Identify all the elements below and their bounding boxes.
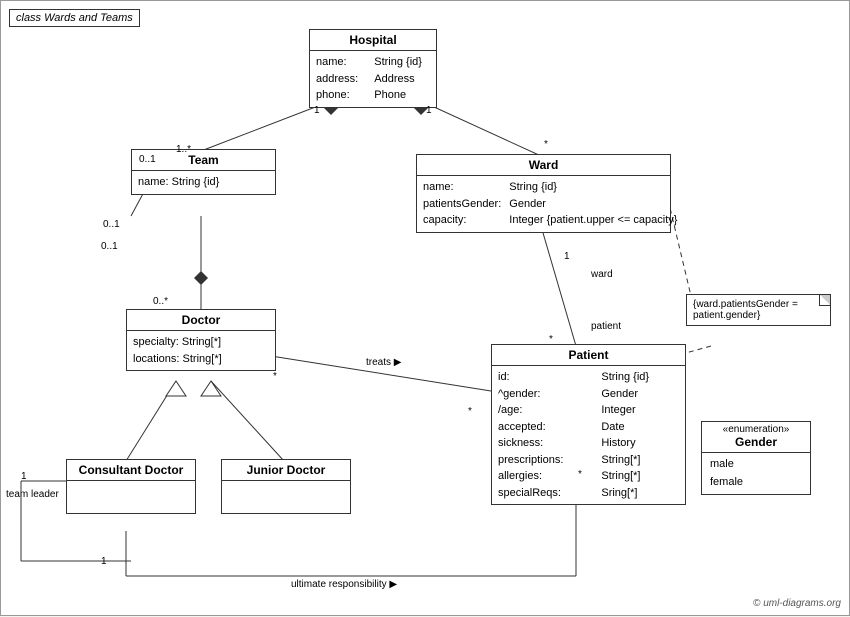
ward-class: Ward name: patientsGender: capacity: Str… xyxy=(416,154,671,233)
ward-class-body: name: patientsGender: capacity: String {… xyxy=(417,176,670,232)
mult-hosp-team-team: 1..* xyxy=(176,144,191,155)
mult-hosp-ward-hosp: 1 xyxy=(426,105,432,116)
doctor-class-header: Doctor xyxy=(127,310,275,331)
label-ultimate: ultimate responsibility ▶ xyxy=(291,579,397,590)
mult-hosp-ward-ward: * xyxy=(544,139,548,150)
label-patient: patient xyxy=(591,321,621,332)
enum-gender: «enumeration» Gender male female xyxy=(701,421,811,495)
team-class-body: name: String {id} xyxy=(132,171,275,194)
consultant-doctor-class: Consultant Doctor xyxy=(66,459,196,514)
mult-team-doctor-left: 0..1 xyxy=(103,219,120,230)
copyright: © uml-diagrams.org xyxy=(753,598,841,609)
mult-team-doctor-bottom: 0..* xyxy=(153,296,168,307)
mult-team-self-top: 0..1 xyxy=(139,154,156,165)
hospital-class-header: Hospital xyxy=(310,30,436,51)
mult-ward-patient-patient: * xyxy=(549,334,553,345)
enum-body: male female xyxy=(702,453,810,494)
constraint-box: {ward.patientsGender =patient.gender} xyxy=(686,294,831,326)
hospital-class-body: name: address: phone: String {id} Addres… xyxy=(310,51,436,107)
patient-class: Patient id: ^gender: /age: accepted: sic… xyxy=(491,344,686,505)
mult-doctor-patient-doctor: * xyxy=(273,371,277,382)
mult-hosp-team-hosp: 1 xyxy=(314,105,320,116)
junior-doctor-class: Junior Doctor xyxy=(221,459,351,514)
doctor-class-body: specialty: String[*] locations: String[*… xyxy=(127,331,275,370)
diagram-container: class Wards and Teams xyxy=(0,0,850,616)
label-ward: ward xyxy=(591,269,613,280)
doctor-class: Doctor specialty: String[*] locations: S… xyxy=(126,309,276,371)
mult-consultant-bottom: 1 xyxy=(101,556,107,567)
diagram-title: class Wards and Teams xyxy=(9,9,140,27)
mult-patient-bottom: * xyxy=(578,469,582,480)
enum-stereotype: «enumeration» xyxy=(702,422,810,435)
junior-doctor-body xyxy=(222,481,350,511)
label-team-leader: team leader xyxy=(6,489,59,500)
enum-header: Gender xyxy=(702,435,810,453)
hospital-class: Hospital name: address: phone: String {i… xyxy=(309,29,437,108)
mult-team-self-bottom: 0..1 xyxy=(101,241,118,252)
junior-doctor-header: Junior Doctor xyxy=(222,460,350,481)
consultant-doctor-body xyxy=(67,481,195,511)
mult-team-leader: 1 xyxy=(21,471,27,482)
mult-ward-patient-ward: 1 xyxy=(564,251,570,262)
ward-class-header: Ward xyxy=(417,155,670,176)
patient-class-body: id: ^gender: /age: accepted: sickness: p… xyxy=(492,366,685,504)
patient-class-header: Patient xyxy=(492,345,685,366)
mult-doctor-patient-patient: * xyxy=(468,406,472,417)
consultant-doctor-header: Consultant Doctor xyxy=(67,460,195,481)
label-treats: treats ▶ xyxy=(366,357,401,368)
